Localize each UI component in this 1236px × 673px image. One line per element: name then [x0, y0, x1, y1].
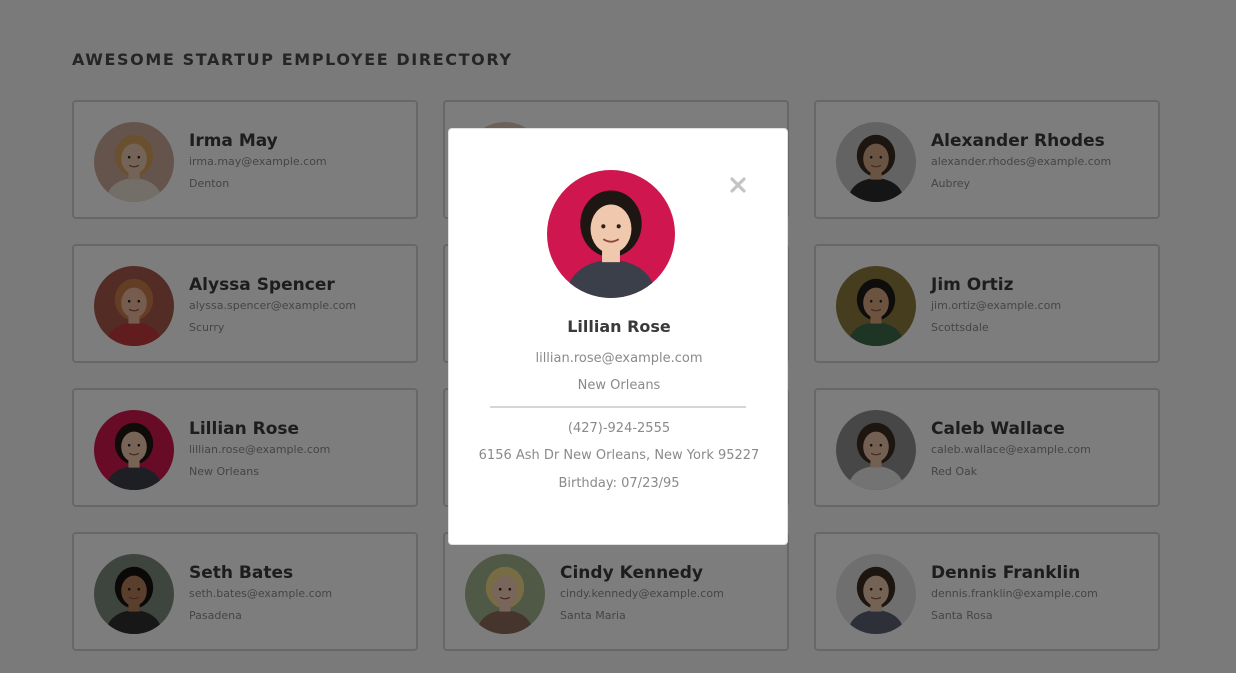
- avatar: [547, 170, 675, 298]
- modal-name: Lillian Rose: [567, 317, 671, 336]
- close-icon[interactable]: [728, 175, 748, 195]
- modal-city: New Orleans: [577, 378, 661, 393]
- divider: [490, 406, 746, 408]
- employee-detail-modal: Lillian Rose lillian.rose@example.com Ne…: [448, 128, 788, 545]
- modal-email: lillian.rose@example.com: [535, 351, 703, 366]
- modal-phone: (427)-924-2555: [567, 421, 671, 436]
- modal-birthday: Birthday: 07/23/95: [558, 476, 680, 491]
- modal-address: 6156 Ash Dr New Orleans, New York 95227: [478, 448, 760, 463]
